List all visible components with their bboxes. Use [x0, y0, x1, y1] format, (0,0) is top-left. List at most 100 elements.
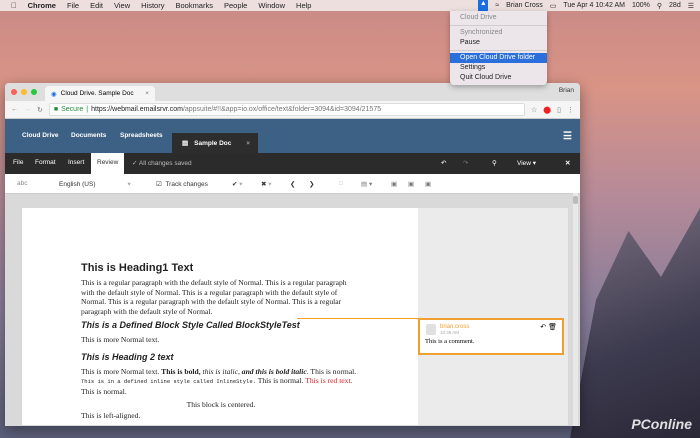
- document-icon: ▤: [182, 140, 189, 147]
- nav-spreadsheets[interactable]: Spreadsheets: [120, 132, 163, 139]
- doc-tab[interactable]: ▤ Sample Doc ×: [172, 133, 258, 153]
- profile-name[interactable]: Brian: [559, 87, 574, 94]
- comments-pane: [418, 208, 568, 425]
- watermark-logo: PConline: [631, 416, 692, 432]
- language-label: English (US): [59, 181, 96, 188]
- quit-item[interactable]: Quit Cloud Drive: [450, 73, 547, 83]
- scrollbar[interactable]: [573, 193, 578, 426]
- menu-file[interactable]: File: [67, 1, 79, 10]
- menu-window[interactable]: Window: [258, 1, 285, 10]
- back-icon[interactable]: ←: [11, 106, 18, 113]
- desktop-wallpaper: [570, 208, 700, 438]
- menu-history[interactable]: History: [141, 1, 164, 10]
- airplay-icon[interactable]: ▭: [550, 2, 557, 10]
- menu-review-tab[interactable]: Review: [91, 153, 125, 174]
- search-doc-icon[interactable]: ⚲: [492, 159, 497, 167]
- settings-item[interactable]: Settings: [450, 63, 547, 73]
- menu-people[interactable]: People: [224, 1, 247, 10]
- accept-change-icon[interactable]: ✔ ▾: [232, 180, 243, 188]
- battery[interactable]: 100%: [632, 2, 650, 9]
- comment-bubble[interactable]: brian.cross 10:38 AM This is a comment. …: [418, 318, 564, 355]
- heading-2: This is Heading 2 text: [81, 351, 174, 362]
- menubar-user[interactable]: Brian Cross: [506, 2, 543, 9]
- cloud-drive-icon[interactable]: ▲: [478, 0, 489, 11]
- menu-help[interactable]: Help: [296, 1, 311, 10]
- search-icon[interactable]: ⚲: [657, 2, 662, 10]
- trash-icon[interactable]: 🗑: [548, 324, 557, 331]
- hamburger-icon[interactable]: ☰: [563, 131, 572, 142]
- prev-change-icon[interactable]: ❮: [290, 180, 295, 188]
- menu-format-tab[interactable]: Format: [35, 159, 56, 166]
- undo-icon[interactable]: ↶: [441, 159, 446, 167]
- days-counter[interactable]: 28d: [669, 2, 681, 9]
- pause-item[interactable]: Pause: [450, 38, 547, 48]
- close-doc-button[interactable]: ✕: [565, 159, 570, 167]
- doc-tab-label: Sample Doc: [194, 139, 232, 147]
- next-comment-icon[interactable]: ▣: [408, 180, 414, 188]
- sync-status: Synchronized: [460, 29, 503, 36]
- wifi-icon[interactable]: ≈: [495, 2, 499, 9]
- open-folder-item[interactable]: Open Cloud Drive folder: [450, 53, 547, 63]
- track-changes-label: Track changes: [165, 181, 208, 188]
- zoom-window-button[interactable]: [31, 89, 37, 95]
- delete-comments-icon[interactable]: ▣: [425, 180, 431, 188]
- clock[interactable]: Tue Apr 4 10:42 AM: [563, 2, 625, 9]
- list-icon[interactable]: ☰: [688, 2, 694, 10]
- nav-documents[interactable]: Documents: [71, 132, 106, 139]
- reply-icon[interactable]: ↶: [540, 324, 546, 331]
- reject-change-icon[interactable]: ✖ ▾: [261, 180, 272, 188]
- comment-text: This is a comment.: [425, 338, 475, 345]
- tab-title: Cloud Drive. Sample Doc: [60, 90, 134, 97]
- save-status: ✓ All changes saved: [132, 160, 192, 167]
- menu-insert-tab[interactable]: Insert: [68, 159, 84, 166]
- paragraph-mixed: This is more Normal text. This is bold, …: [81, 366, 357, 396]
- left-aligned-paragraph: This is left-aligned.: [81, 410, 141, 420]
- comment-display-icon[interactable]: ▤ ▾: [361, 180, 372, 188]
- address-bar[interactable]: ■ Secure | https://webmail.emailsrvr.com…: [48, 103, 526, 116]
- url-path: /appsuite/#!!&app=io.ox/office/text&fold…: [182, 106, 382, 113]
- adblock-icon[interactable]: ⬤: [543, 106, 551, 114]
- cloud-favicon: ◉: [51, 90, 57, 98]
- close-window-button[interactable]: [11, 89, 17, 95]
- browser-tab[interactable]: ◉ Cloud Drive. Sample Doc ×: [45, 86, 155, 101]
- comment-icon[interactable]: □: [339, 180, 343, 187]
- star-icon[interactable]: ☆: [531, 106, 537, 114]
- save-status-text: All changes saved: [138, 160, 192, 167]
- heading-1: This is Heading1 Text: [81, 262, 194, 274]
- mac-menubar:  Chrome File Edit View History Bookmark…: [0, 0, 700, 11]
- comment-connector: [297, 318, 418, 319]
- track-changes-checkbox[interactable]: ☑ Track changes: [156, 180, 208, 188]
- menu-title: Cloud Drive: [460, 14, 497, 21]
- reload-icon[interactable]: ↻: [37, 106, 43, 114]
- lock-icon: ■: [53, 106, 59, 113]
- menu-view[interactable]: View: [114, 1, 130, 10]
- minimize-window-button[interactable]: [21, 89, 27, 95]
- paragraph-normal: This is a regular paragraph with the def…: [81, 278, 347, 316]
- menu-file-tab[interactable]: File: [13, 159, 23, 166]
- close-tab-icon[interactable]: ×: [145, 90, 149, 97]
- extension-icon[interactable]: ▯: [557, 106, 561, 114]
- redo-icon[interactable]: ↷: [463, 159, 468, 167]
- centered-paragraph: This block is centered.: [186, 400, 256, 409]
- forward-icon[interactable]: →: [24, 106, 31, 113]
- cloud-drive-menu: Cloud Drive Synchronized Pause Open Clou…: [450, 11, 547, 85]
- next-change-icon[interactable]: ❯: [309, 180, 314, 188]
- menu-app[interactable]: Chrome: [28, 1, 56, 10]
- spellcheck-icon[interactable]: abc: [17, 180, 27, 187]
- url-host: https://webmail.emailsrvr.com: [91, 106, 183, 113]
- avatar: [426, 324, 436, 335]
- prev-comment-icon[interactable]: ▣: [391, 180, 397, 188]
- nav-cloud-drive[interactable]: Cloud Drive: [22, 132, 58, 139]
- view-label: View: [517, 160, 531, 167]
- menu-edit[interactable]: Edit: [90, 1, 103, 10]
- menu-bookmarks[interactable]: Bookmarks: [175, 1, 213, 10]
- document-page[interactable]: This is Heading1 Text This is a regular …: [22, 208, 418, 425]
- secure-label: Secure: [61, 106, 84, 113]
- paragraph-more: This is more Normal text.: [81, 335, 160, 344]
- view-menu[interactable]: View ▾: [517, 159, 536, 167]
- close-doc-icon[interactable]: ×: [246, 140, 250, 147]
- block-style-heading: This is a Defined Block Style Called Blo…: [81, 320, 300, 330]
- language-select[interactable]: English (US) ▾: [59, 180, 131, 188]
- apple-icon[interactable]: : [11, 1, 17, 10]
- more-icon[interactable]: ⋮: [567, 106, 574, 114]
